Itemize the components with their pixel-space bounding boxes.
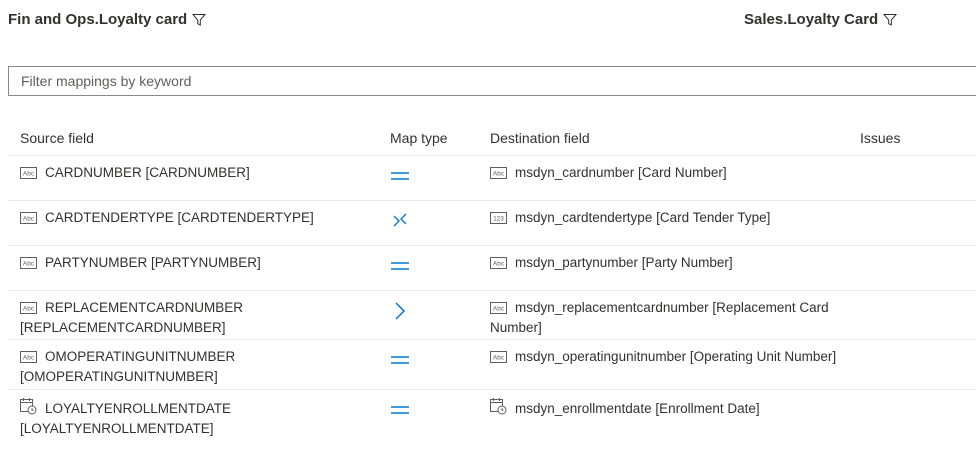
column-header-source[interactable]: Source field xyxy=(20,130,94,146)
svg-text:Abc: Abc xyxy=(23,216,35,223)
destination-entity-title: Sales.Loyalty Card xyxy=(744,11,879,28)
filter-icon[interactable] xyxy=(192,13,207,27)
destination-field-label: msdyn_operatingunitnumber [Operating Uni… xyxy=(515,349,837,364)
svg-text:Abc: Abc xyxy=(493,306,505,313)
equals-icon[interactable] xyxy=(388,348,412,372)
svg-text:Abc: Abc xyxy=(493,355,505,362)
filter-icon[interactable] xyxy=(883,13,898,27)
source-entity-header: Fin and Ops.Loyalty card xyxy=(8,11,207,28)
source-entity-title: Fin and Ops.Loyalty card xyxy=(8,11,188,28)
source-field-cell: Abc PARTYNUMBER [PARTYNUMBER] xyxy=(20,254,370,274)
column-header-destination[interactable]: Destination field xyxy=(490,130,590,146)
text-field-icon: Abc xyxy=(20,256,37,274)
destination-field-label: msdyn_replacementcardnumber [Replacement… xyxy=(490,300,829,335)
source-field-label: REPLACEMENTCARDNUMBER [REPLACEMENTCARDNU… xyxy=(20,300,244,335)
destination-field-cell: Abc msdyn_operatingunitnumber [Operating … xyxy=(490,348,850,368)
svg-text:Abc: Abc xyxy=(493,261,505,268)
destination-field-label: msdyn_partynumber [Party Number] xyxy=(515,255,733,270)
source-field-cell: Abc OMOPERATINGUNITNUMBER [OMOPERATINGUNI… xyxy=(20,348,370,386)
source-field-cell: Abc CARDTENDERTYPE [CARDTENDERTYPE] xyxy=(20,209,370,229)
svg-text:Abc: Abc xyxy=(23,171,35,178)
source-field-cell: Abc CARDNUMBER [CARDNUMBER] xyxy=(20,164,370,184)
right-arrow-icon[interactable] xyxy=(388,299,412,323)
text-field-icon: Abc xyxy=(20,350,37,368)
text-field-icon: Abc xyxy=(20,166,37,184)
svg-text:Abc: Abc xyxy=(23,261,35,268)
destination-field-label: msdyn_cardnumber [Card Number] xyxy=(515,165,727,180)
source-field-label: CARDNUMBER [CARDNUMBER] xyxy=(45,165,250,180)
equals-icon[interactable] xyxy=(388,254,412,278)
text-field-icon: Abc xyxy=(20,211,37,229)
destination-field-label: msdyn_cardtendertype [Card Tender Type] xyxy=(515,210,771,225)
filter-mappings-input[interactable] xyxy=(9,67,976,95)
destination-field-cell: 123 msdyn_cardtendertype [Card Tender Typ… xyxy=(490,209,850,229)
destination-field-cell: Abc msdyn_cardnumber [Card Number] xyxy=(490,164,850,184)
destination-field-cell: msdyn_enrollmentdate [Enrollment Date] xyxy=(490,398,850,420)
column-header-issues[interactable]: Issues xyxy=(860,130,900,146)
source-field-cell: LOYALTYENROLLMENTDATE [LOYALTYENROLLMENT… xyxy=(20,398,370,438)
source-field-label: PARTYNUMBER [PARTYNUMBER] xyxy=(45,255,261,270)
table-row[interactable]: LOYALTYENROLLMENTDATE [LOYALTYENROLLMENT… xyxy=(8,389,976,440)
svg-text:Abc: Abc xyxy=(493,171,505,178)
text-field-icon: Abc xyxy=(490,256,507,274)
source-field-cell: Abc REPLACEMENTCARDNUMBER [REPLACEMENTCAR… xyxy=(20,299,370,337)
equals-icon[interactable] xyxy=(388,164,412,188)
destination-field-cell: Abc msdyn_replacementcardnumber [Replacem… xyxy=(490,299,850,337)
table-row[interactable]: Abc CARDNUMBER [CARDNUMBER] Abc msdyn_cardn… xyxy=(8,155,976,201)
number-field-icon: 123 xyxy=(490,211,507,229)
text-field-icon: Abc xyxy=(490,301,507,319)
destination-field-label: msdyn_enrollmentdate [Enrollment Date] xyxy=(515,401,760,416)
date-field-icon xyxy=(490,398,507,420)
filter-mappings-box xyxy=(8,66,976,96)
text-field-icon: Abc xyxy=(490,350,507,368)
date-field-icon xyxy=(20,398,37,420)
table-row[interactable]: Abc CARDTENDERTYPE [CARDTENDERTYPE] 123 msd… xyxy=(8,200,976,246)
text-field-icon: Abc xyxy=(490,166,507,184)
bidirectional-arrows-icon[interactable] xyxy=(388,209,412,233)
equals-icon[interactable] xyxy=(388,398,412,422)
table-row[interactable]: Abc REPLACEMENTCARDNUMBER [REPLACEMENTCAR… xyxy=(8,290,976,340)
source-field-label: OMOPERATINGUNITNUMBER [OMOPERATINGUNITNU… xyxy=(20,349,236,384)
destination-field-cell: Abc msdyn_partynumber [Party Number] xyxy=(490,254,850,274)
text-field-icon: Abc xyxy=(20,301,37,319)
svg-text:123: 123 xyxy=(493,216,504,223)
column-header-map-type[interactable]: Map type xyxy=(390,130,448,146)
destination-entity-header: Sales.Loyalty Card xyxy=(744,11,898,28)
svg-text:Abc: Abc xyxy=(23,306,35,313)
table-row[interactable]: Abc OMOPERATINGUNITNUMBER [OMOPERATINGUNI… xyxy=(8,339,976,390)
source-field-label: CARDTENDERTYPE [CARDTENDERTYPE] xyxy=(45,210,314,225)
table-row[interactable]: Abc PARTYNUMBER [PARTYNUMBER] Abc msdyn_par… xyxy=(8,245,976,291)
source-field-label: LOYALTYENROLLMENTDATE [LOYALTYENROLLMENT… xyxy=(20,401,232,436)
svg-text:Abc: Abc xyxy=(23,355,35,362)
